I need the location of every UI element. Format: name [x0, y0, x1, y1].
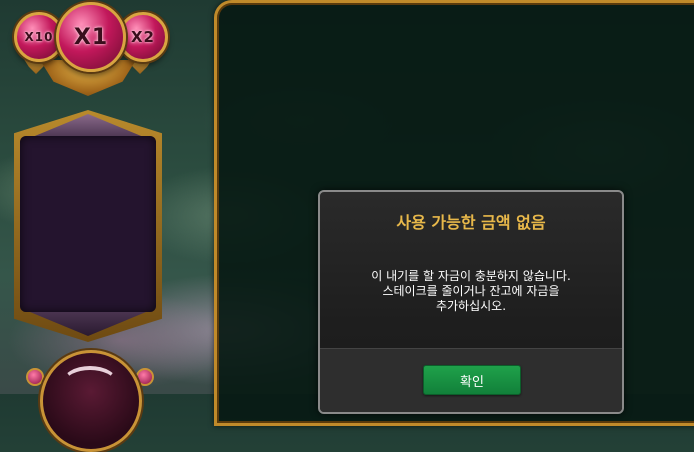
dialog-footer: 확인: [320, 348, 622, 412]
side-frame-panel: [20, 136, 156, 312]
multiplier-center-orb: X1: [56, 2, 126, 72]
dialog-message-line: 추가하십시오.: [435, 299, 507, 313]
multiplier-center-label: X1: [73, 24, 109, 50]
orb-stud-left: [26, 368, 44, 386]
dialog-title: 사용 가능한 금액 없음: [396, 213, 546, 232]
dialog-message: 이 내기를 할 자금이 충분하지 않습니다. 스테이크를 줄이거나 잔고에 자금…: [334, 269, 608, 314]
dialog-message-line: 이 내기를 할 자금이 충분하지 않습니다.: [371, 269, 571, 283]
insufficient-funds-dialog: 사용 가능한 금액 없음 이 내기를 할 자금이 충분하지 않습니다. 스테이크…: [318, 190, 624, 414]
dialog-message-line: 스테이크를 줄이거나 잔고에 자금을: [382, 284, 560, 298]
multiplier-bar: X10 X2 X1: [0, 0, 180, 110]
ok-button[interactable]: 확인: [423, 365, 521, 395]
orb-swirl-icon: [62, 366, 118, 400]
multiplier-left-label: X10: [24, 30, 54, 44]
multiplier-right-label: X2: [130, 28, 155, 46]
